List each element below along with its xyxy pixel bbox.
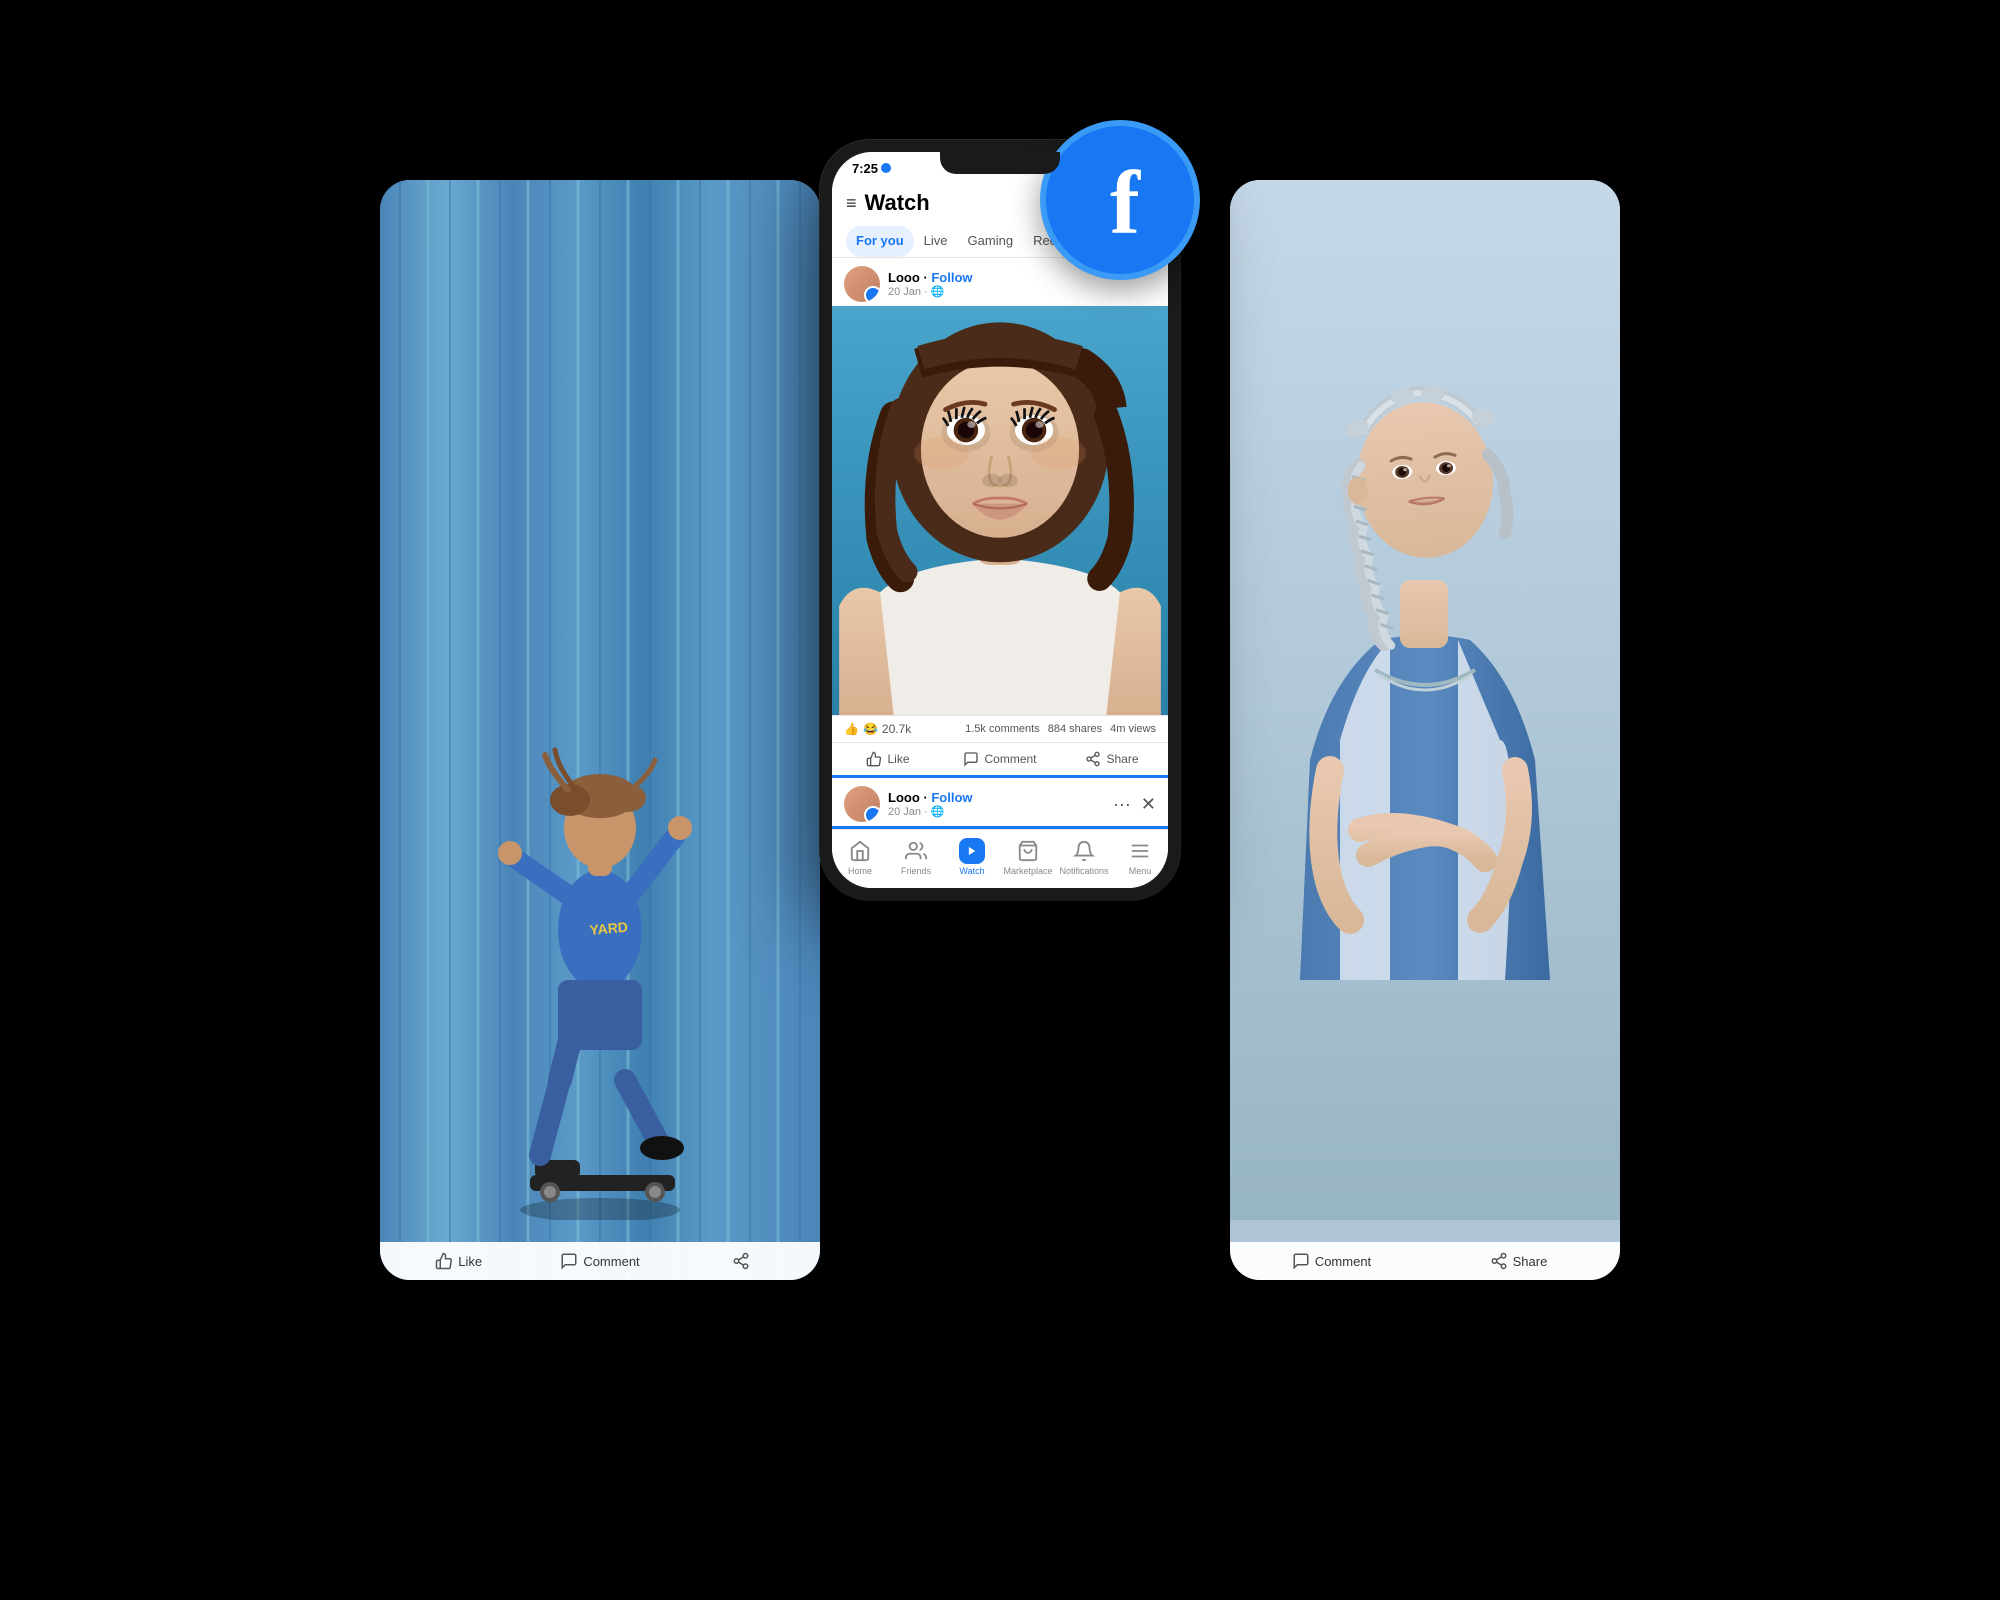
menu-nav-label: Menu bbox=[1129, 866, 1152, 876]
skater-figure: YARD bbox=[450, 600, 750, 1220]
reactions-count: 20.7k bbox=[882, 722, 911, 736]
left-like-label: Like bbox=[458, 1254, 482, 1269]
notifications-nav-label: Notifications bbox=[1059, 866, 1108, 876]
friends-icon bbox=[903, 838, 929, 864]
comment-label: Comment bbox=[984, 752, 1036, 766]
comment-icon bbox=[963, 751, 979, 767]
nav-watch[interactable]: Watch bbox=[944, 834, 1000, 880]
video-thumbnail[interactable] bbox=[832, 306, 1168, 715]
like-button[interactable]: Like bbox=[832, 745, 944, 773]
like-icon bbox=[866, 751, 882, 767]
watch-icon bbox=[959, 838, 985, 864]
right-share-button[interactable]: Share bbox=[1425, 1252, 1612, 1270]
share-icon bbox=[1085, 751, 1101, 767]
share-button[interactable]: Share bbox=[1056, 745, 1168, 773]
globe-icon: 🌐 bbox=[931, 285, 945, 298]
share-label: Share bbox=[1106, 752, 1138, 766]
video-content bbox=[832, 306, 1168, 715]
fb-status-dot bbox=[881, 163, 891, 173]
header-title-row: ≡ Watch bbox=[846, 190, 930, 216]
reaction-laugh-emoji: 😂 bbox=[863, 722, 878, 736]
bottom-nav: Home Friends Watch bbox=[832, 829, 1168, 888]
right-card-action-bar: Comment Share bbox=[1230, 1242, 1620, 1280]
marketplace-nav-label: Marketplace bbox=[1003, 866, 1052, 876]
hamburger-icon[interactable]: ≡ bbox=[846, 194, 857, 212]
right-card-portrait bbox=[1230, 180, 1620, 1220]
feed: Looo · Follow 20 Jan · 🌐 bbox=[832, 258, 1168, 829]
right-comment-label: Comment bbox=[1315, 1254, 1371, 1269]
reactions-left: 👍 😂 20.7k bbox=[844, 722, 911, 736]
nav-notifications[interactable]: Notifications bbox=[1056, 834, 1112, 880]
close-button[interactable]: ✕ bbox=[1141, 794, 1156, 815]
globe-icon-2: 🌐 bbox=[931, 805, 945, 818]
post2-follow-button[interactable]: Follow bbox=[931, 790, 972, 805]
comment-icon-left bbox=[560, 1252, 578, 1270]
post2-username: Looo · Follow bbox=[888, 790, 1113, 805]
comment-button[interactable]: Comment bbox=[944, 745, 1056, 773]
facebook-badge: f bbox=[1040, 120, 1200, 280]
left-comment-button[interactable]: Comment bbox=[529, 1252, 670, 1270]
comments-count: 1.5k comments bbox=[965, 723, 1040, 735]
share-icon-right bbox=[1490, 1252, 1508, 1270]
phone-notch bbox=[940, 152, 1060, 174]
menu-icon bbox=[1127, 838, 1153, 864]
left-share-button[interactable] bbox=[671, 1252, 812, 1270]
page-title: Watch bbox=[865, 190, 930, 216]
nav-marketplace[interactable]: Marketplace bbox=[1000, 834, 1056, 880]
left-card-action-bar: Like Comment bbox=[380, 1242, 820, 1280]
left-comment-label: Comment bbox=[583, 1254, 639, 1269]
status-time: 7:25 bbox=[852, 161, 891, 176]
svg-text:YARD: YARD bbox=[589, 919, 629, 938]
post2-actions: ··· ✕ bbox=[1113, 794, 1156, 815]
dot-sep: · bbox=[924, 286, 928, 298]
left-card: YARD bbox=[380, 180, 820, 1280]
fb-badge-circle: f bbox=[1040, 120, 1200, 280]
post2-avatar bbox=[844, 786, 880, 822]
share-icon-left bbox=[732, 1252, 750, 1270]
nav-friends[interactable]: Friends bbox=[888, 834, 944, 880]
post1-date: 20 Jan · 🌐 bbox=[888, 285, 1156, 298]
right-comment-button[interactable]: Comment bbox=[1238, 1252, 1425, 1270]
fb-letter: f bbox=[1110, 159, 1140, 249]
more-options-icon[interactable]: ··· bbox=[1113, 794, 1131, 815]
reactions-bar: 👍 😂 20.7k 1.5k comments 884 shares 4m vi… bbox=[832, 715, 1168, 742]
like-label: Like bbox=[887, 752, 909, 766]
home-icon bbox=[847, 838, 873, 864]
phone-container: 7:25 4G 🔋 ≡ bbox=[820, 100, 1180, 1460]
comment-icon-right bbox=[1292, 1252, 1310, 1270]
right-card: Comment Share bbox=[1230, 180, 1620, 1280]
right-share-label: Share bbox=[1513, 1254, 1548, 1269]
post2-header: Looo · Follow 20 Jan · 🌐 ··· bbox=[832, 775, 1168, 826]
tab-gaming[interactable]: Gaming bbox=[958, 226, 1024, 257]
nav-menu[interactable]: Menu bbox=[1112, 834, 1168, 880]
post1-follow-button[interactable]: Follow bbox=[931, 270, 972, 285]
left-like-button[interactable]: Like bbox=[388, 1252, 529, 1270]
notifications-icon bbox=[1071, 838, 1097, 864]
reactions-right: 1.5k comments 884 shares 4m views bbox=[965, 723, 1156, 735]
post2-meta: Looo · Follow 20 Jan · 🌐 bbox=[888, 790, 1113, 818]
marketplace-icon bbox=[1015, 838, 1041, 864]
nav-home[interactable]: Home bbox=[832, 834, 888, 880]
thumb-up-icon bbox=[435, 1252, 453, 1270]
shares-count: 884 shares bbox=[1048, 723, 1102, 735]
friends-nav-label: Friends bbox=[901, 866, 931, 876]
post2-date: 20 Jan · 🌐 bbox=[888, 805, 1113, 818]
home-nav-label: Home bbox=[848, 866, 872, 876]
scene: YARD bbox=[380, 100, 1620, 1500]
watch-nav-label: Watch bbox=[959, 866, 984, 876]
post1-avatar bbox=[844, 266, 880, 302]
views-count: 4m views bbox=[1110, 723, 1156, 735]
tab-live[interactable]: Live bbox=[914, 226, 958, 257]
reaction-like-emoji: 👍 bbox=[844, 722, 859, 736]
tab-for-you[interactable]: For you bbox=[846, 226, 914, 257]
action-bar: Like Comment Share bbox=[832, 742, 1168, 775]
